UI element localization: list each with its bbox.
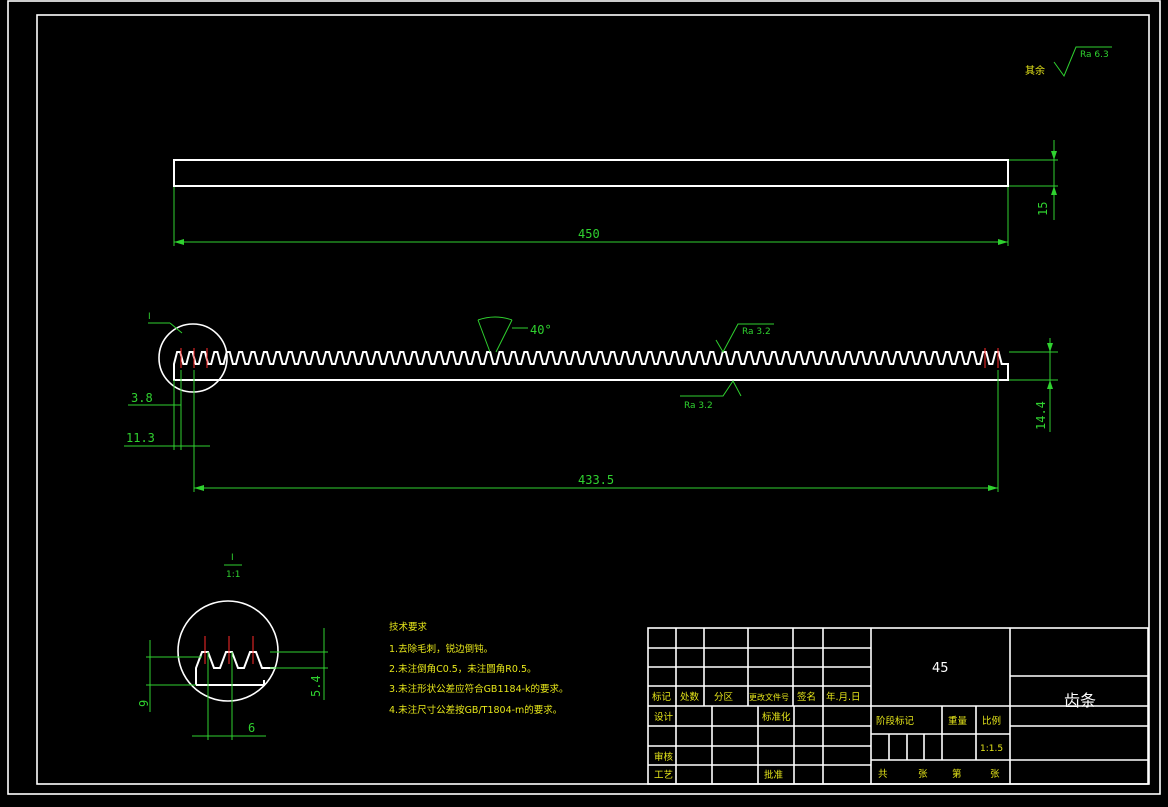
detail-callout-circle xyxy=(158,323,228,393)
length-450-label: 450 xyxy=(578,227,600,241)
header-count: 处数 xyxy=(680,691,700,703)
top-roughness-value: Ra 3.2 xyxy=(742,327,771,337)
header-date: 年.月.日 xyxy=(826,691,861,703)
sheet-unit-label-1: 张 xyxy=(918,769,928,780)
detail-height-label: 9 xyxy=(137,700,151,707)
tech-requirement-4: 4.未注尺寸公差按GB/T1804-m的要求。 xyxy=(389,704,562,716)
stage-mark-label: 阶段标记 xyxy=(876,715,915,727)
tech-requirement-3: 3.未注形状公差应符合GB1184-k的要求。 xyxy=(389,683,569,695)
rack-top-view-outline xyxy=(173,159,1009,187)
height-15-label: 15 xyxy=(1036,202,1050,216)
detail-width-label: 6 xyxy=(248,721,255,735)
detail-view-label-num: I xyxy=(231,553,234,563)
detail-view: I 1:1 9 5.4 6 xyxy=(137,553,328,740)
top-roughness-symbol: Ra 3.2 xyxy=(715,323,774,354)
weight-label: 重量 xyxy=(948,715,968,727)
cad-drawing: 其余 Ra 6.3 450 15 I 40° Ra 3.2 Ra 3.2 14.… xyxy=(7,0,1161,795)
approve-label: 批准 xyxy=(764,769,784,781)
title-block: 标记 处数 分区 更改文件号 签名 年.月.日 设计 标准化 审核 工艺 批准 … xyxy=(647,627,1149,785)
header-change-doc: 更改文件号 xyxy=(749,692,789,702)
technical-requirements: 技术要求 1.去除毛刺，锐边倒钝。 2.未注倒角C0.5，未注圆角R0.5。 3… xyxy=(389,621,569,716)
detail-view-label-scale: 1:1 xyxy=(226,570,240,580)
detail-marker-label: I xyxy=(148,312,151,322)
tooth-angle-annotation: 40° xyxy=(477,316,552,353)
sheet-total-label: 共 xyxy=(878,769,888,780)
offset-3-8-label: 3.8 xyxy=(131,391,153,405)
rack-height-label: 14.4 xyxy=(1034,401,1048,430)
other-roughness-value: Ra 6.3 xyxy=(1080,50,1109,60)
header-mark: 标记 xyxy=(652,691,672,703)
bottom-roughness-value: Ra 3.2 xyxy=(684,401,713,411)
detail-tooth-depth-label: 5.4 xyxy=(309,675,323,697)
sheet-of-label: 第 xyxy=(952,768,962,780)
tooth-angle-label: 40° xyxy=(530,323,552,337)
other-roughness-label: 其余 xyxy=(1025,64,1045,77)
scale-value: 1:1.5 xyxy=(980,744,1003,754)
standardization-label: 标准化 xyxy=(762,711,791,723)
header-zone: 分区 xyxy=(714,692,734,703)
tech-requirement-2: 2.未注倒角C0.5，未注圆角R0.5。 xyxy=(389,663,537,675)
top-view: 450 15 xyxy=(173,140,1058,246)
part-name: 齿条 xyxy=(1064,691,1096,710)
design-label: 设计 xyxy=(654,711,674,723)
tech-requirements-title: 技术要求 xyxy=(389,621,428,633)
rack-front-view-outline xyxy=(173,351,1009,381)
sheet-unit-label-2: 张 xyxy=(990,769,1000,780)
teeth-length-label: 433.5 xyxy=(578,473,614,487)
general-roughness-symbol: 其余 Ra 6.3 xyxy=(1025,46,1112,78)
inner-frame xyxy=(36,14,1150,785)
tech-requirement-1: 1.去除毛刺，锐边倒钝。 xyxy=(389,643,493,655)
bottom-roughness-symbol: Ra 3.2 xyxy=(680,380,742,411)
header-signature: 签名 xyxy=(797,691,816,703)
process-label: 工艺 xyxy=(654,770,673,781)
detail-tooth-markers xyxy=(204,636,254,664)
review-label: 审核 xyxy=(654,751,674,763)
front-view: I 40° Ra 3.2 Ra 3.2 14.4 3.8 11.3 433.5 xyxy=(124,312,1058,492)
scale-label: 比例 xyxy=(982,715,1001,727)
offset-11-3-label: 11.3 xyxy=(126,431,155,445)
material-value: 45 xyxy=(932,661,949,676)
